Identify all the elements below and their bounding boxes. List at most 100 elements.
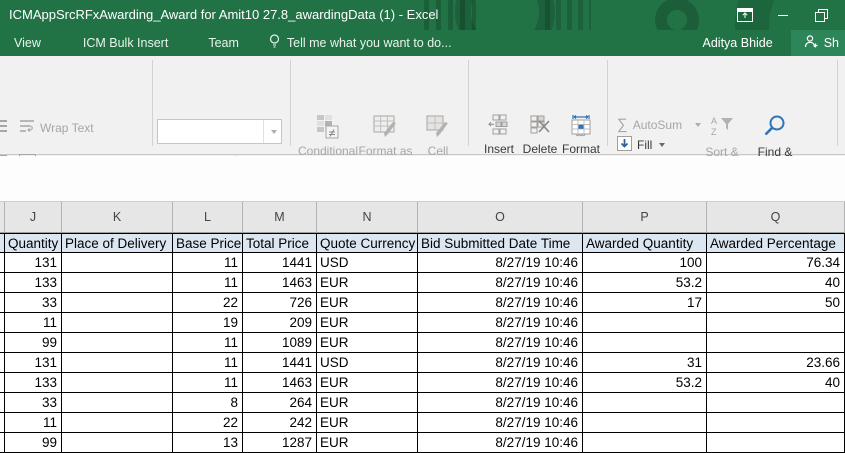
cell[interactable]: EUR (317, 333, 418, 353)
tab-view[interactable]: View (0, 30, 55, 56)
cell[interactable]: 1287 (243, 433, 317, 453)
cell[interactable] (707, 413, 845, 433)
ribbon-display-options-icon[interactable] (737, 8, 753, 22)
cell[interactable] (62, 293, 173, 313)
cell[interactable]: 8/27/19 10:46 (418, 333, 583, 353)
cell[interactable]: 31 (583, 353, 707, 373)
number-format-combobox[interactable] (157, 119, 282, 144)
cell[interactable]: 99 (5, 433, 62, 453)
cell[interactable] (707, 433, 845, 453)
cell[interactable]: 40 (707, 273, 845, 293)
cell[interactable]: 1463 (243, 373, 317, 393)
cell[interactable]: 726 (243, 293, 317, 313)
cell[interactable]: EUR (317, 373, 418, 393)
cell[interactable]: 76.34 (707, 253, 845, 273)
cell[interactable]: 17 (583, 293, 707, 313)
signed-in-user[interactable]: Aditya Bhide (703, 36, 773, 50)
cell[interactable]: 8/27/19 10:46 (418, 293, 583, 313)
cell[interactable]: 131 (5, 253, 62, 273)
cell[interactable] (707, 333, 845, 353)
cell[interactable]: 13 (173, 433, 243, 453)
cell[interactable]: 11 (173, 253, 243, 273)
cell[interactable]: EUR (317, 273, 418, 293)
column-header-L[interactable]: L (173, 202, 243, 232)
column-header-K[interactable]: K (62, 202, 173, 232)
cell[interactable] (583, 333, 707, 353)
cell[interactable]: 264 (243, 393, 317, 413)
cell[interactable]: 8/27/19 10:46 (418, 433, 583, 453)
column-header-J[interactable]: J (5, 202, 62, 232)
column-header-Q[interactable]: Q (707, 202, 845, 232)
cell[interactable]: 8/27/19 10:46 (418, 253, 583, 273)
autosum-button[interactable]: ∑ AutoSum (617, 116, 701, 133)
cell[interactable]: 11 (173, 333, 243, 353)
cell[interactable]: USD (317, 353, 418, 373)
cell[interactable]: 8/27/19 10:46 (418, 413, 583, 433)
cell[interactable] (707, 393, 845, 413)
cell[interactable]: 8/27/19 10:46 (418, 273, 583, 293)
cell[interactable]: 100 (583, 253, 707, 273)
cell[interactable] (62, 393, 173, 413)
cell[interactable]: 1463 (243, 273, 317, 293)
cell[interactable]: 8/27/19 10:46 (418, 393, 583, 413)
cell[interactable]: Bid Submitted Date Time (418, 233, 583, 253)
cell[interactable]: 11 (5, 313, 62, 333)
cell[interactable] (62, 333, 173, 353)
cell[interactable]: EUR (317, 313, 418, 333)
cell[interactable]: USD (317, 253, 418, 273)
cell[interactable]: 8/27/19 10:46 (418, 313, 583, 333)
cell[interactable]: Quantity (5, 233, 62, 253)
tab-team[interactable]: Team (194, 30, 253, 56)
cell[interactable] (62, 413, 173, 433)
cell[interactable]: 22 (173, 413, 243, 433)
cell[interactable] (583, 433, 707, 453)
column-header-M[interactable]: M (243, 202, 317, 232)
cell[interactable] (583, 313, 707, 333)
cell[interactable] (62, 253, 173, 273)
cell[interactable]: 23.66 (707, 353, 845, 373)
cell[interactable] (583, 413, 707, 433)
tab-icm-bulk-insert[interactable]: ICM Bulk Insert (69, 30, 182, 56)
cell[interactable]: 8 (173, 393, 243, 413)
cell[interactable]: 1441 (243, 353, 317, 373)
column-header-P[interactable]: P (583, 202, 707, 232)
cell[interactable]: 133 (5, 273, 62, 293)
cell[interactable]: 8/27/19 10:46 (418, 373, 583, 393)
cell[interactable]: 33 (5, 393, 62, 413)
cell[interactable]: 11 (173, 273, 243, 293)
cell[interactable]: 33 (5, 293, 62, 313)
cell[interactable] (62, 273, 173, 293)
cell[interactable]: EUR (317, 393, 418, 413)
cell[interactable] (62, 433, 173, 453)
share-button[interactable]: Sh (791, 30, 845, 56)
column-header-N[interactable]: N (317, 202, 418, 232)
restore-icon[interactable] (813, 8, 829, 22)
cell[interactable]: Place of Delivery (62, 233, 173, 253)
cell[interactable]: 40 (707, 373, 845, 393)
cell[interactable] (583, 393, 707, 413)
cell[interactable]: 1089 (243, 333, 317, 353)
cell[interactable]: EUR (317, 413, 418, 433)
cell[interactable]: EUR (317, 433, 418, 453)
cell[interactable]: 8/27/19 10:46 (418, 353, 583, 373)
cell[interactable]: 53.2 (583, 273, 707, 293)
cell[interactable]: 11 (5, 413, 62, 433)
formula-bar-area[interactable] (0, 156, 845, 202)
cell[interactable]: 50 (707, 293, 845, 313)
cell[interactable]: 133 (5, 373, 62, 393)
cell[interactable]: 131 (5, 353, 62, 373)
cell[interactable]: 99 (5, 333, 62, 353)
fill-button[interactable]: Fill (617, 136, 665, 154)
cell[interactable] (62, 313, 173, 333)
minimize-icon[interactable] (775, 8, 791, 22)
cell[interactable]: EUR (317, 293, 418, 313)
cell[interactable]: 53.2 (583, 373, 707, 393)
tell-me-box[interactable]: Tell me what you want to do... (269, 34, 452, 52)
cell[interactable]: 19 (173, 313, 243, 333)
cell[interactable]: 1441 (243, 253, 317, 273)
cell[interactable] (62, 373, 173, 393)
cell[interactable] (62, 353, 173, 373)
cell[interactable]: 22 (173, 293, 243, 313)
cell[interactable] (707, 313, 845, 333)
wrap-text-button[interactable]: Wrap Text (19, 119, 94, 136)
